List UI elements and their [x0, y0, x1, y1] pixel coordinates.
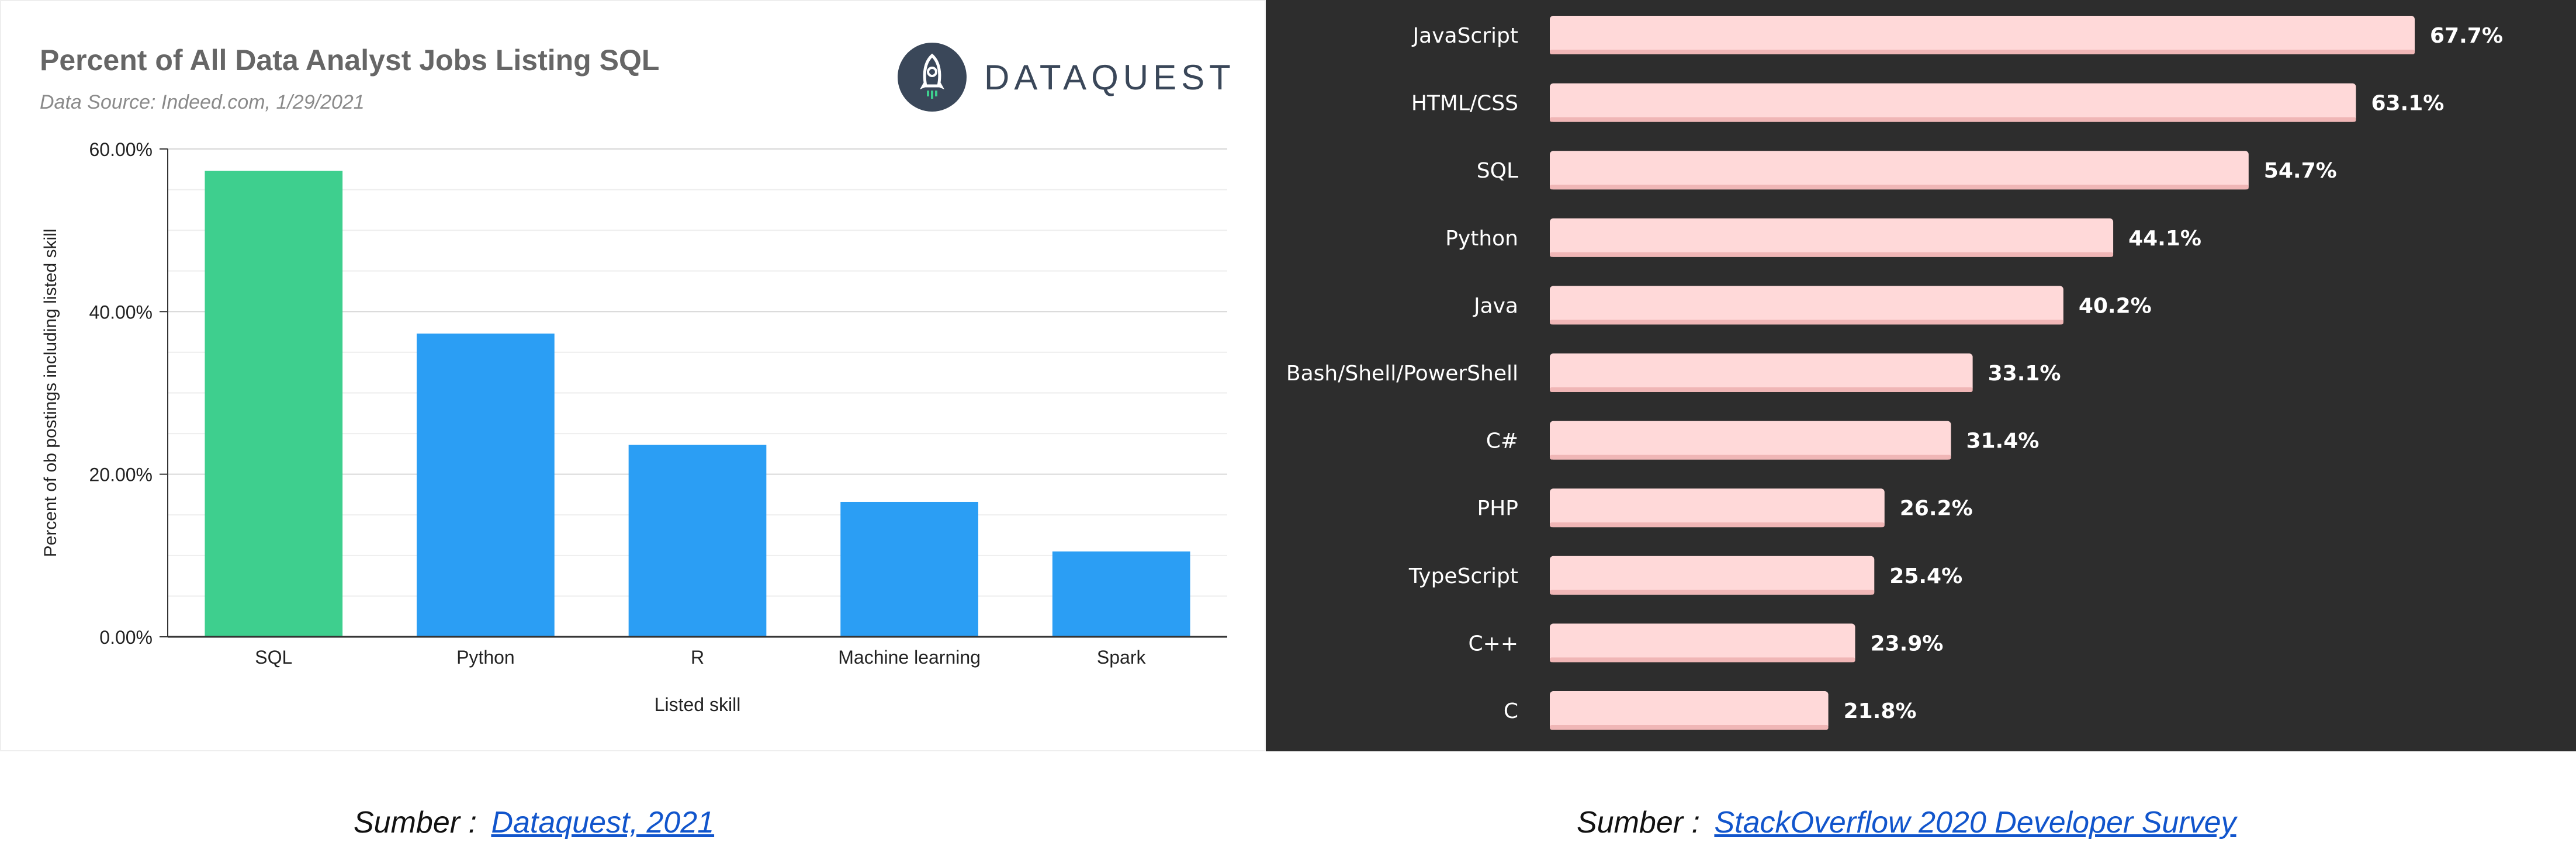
- rocket-icon: [898, 43, 967, 112]
- bar-java: [1550, 286, 2063, 325]
- bar-c-: [1550, 623, 1855, 663]
- category-label: Bash/Shell/PowerShell: [1286, 362, 1518, 386]
- bar-sql: [205, 171, 343, 637]
- value-label: 44.1%: [2128, 227, 2201, 251]
- bar-spark: [1052, 551, 1190, 637]
- value-label: 54.7%: [2264, 159, 2337, 183]
- value-label: 25.4%: [1889, 564, 1962, 588]
- y-axis-label: Percent of ob postings including listed …: [41, 229, 60, 557]
- category-label: Java: [1473, 294, 1518, 318]
- x-tick-label: R: [691, 647, 704, 668]
- bar-shadow: [1550, 725, 1829, 730]
- chart-title: Percent of All Data Analyst Jobs Listing…: [40, 44, 659, 77]
- bar-shadow: [1550, 589, 1875, 595]
- bar-python: [417, 333, 555, 637]
- x-tick-label: Machine learning: [838, 647, 981, 668]
- dataquest-wordmark: DATAQUEST: [984, 57, 1235, 97]
- category-label: TypeScript: [1408, 564, 1518, 588]
- category-label: C++: [1469, 632, 1518, 656]
- x-axis-label: Listed skill: [655, 694, 741, 715]
- category-label: HTML/CSS: [1411, 92, 1518, 116]
- bar-shadow: [1550, 50, 2415, 54]
- bar-c-: [1550, 421, 1951, 460]
- category-label: JavaScript: [1412, 24, 1518, 48]
- dataquest-source-link[interactable]: Dataquest, 2021: [491, 806, 714, 840]
- bar-r: [628, 445, 767, 637]
- bar-shadow: [1550, 117, 2356, 122]
- bar-typescript: [1550, 556, 1875, 595]
- category-label: PHP: [1477, 497, 1519, 521]
- bar-shadow: [1550, 522, 1885, 528]
- y-tick-label: 60.00%: [89, 139, 153, 160]
- left-source-caption: Sumber : Dataquest, 2021: [354, 805, 714, 840]
- value-label: 31.4%: [1966, 429, 2039, 453]
- left-caption-prefix: Sumber :: [354, 806, 477, 840]
- dataquest-logo: DATAQUEST: [898, 42, 1235, 112]
- bar-python: [1550, 218, 2114, 257]
- x-tick-label: SQL: [255, 647, 292, 668]
- x-tick-label: Python: [456, 647, 515, 668]
- y-tick-label: 0.00%: [99, 627, 153, 648]
- category-label: Python: [1445, 227, 1518, 251]
- category-label: SQL: [1477, 159, 1518, 183]
- dataquest-chart-panel: Percent of All Data Analyst Jobs Listing…: [0, 0, 1266, 751]
- right-caption-prefix: Sumber :: [1577, 806, 1700, 840]
- y-tick-label: 20.00%: [89, 464, 153, 485]
- stackoverflow-source-link[interactable]: StackOverflow 2020 Developer Survey: [1714, 806, 2236, 840]
- dataquest-bar-chart: Percent of All Data Analyst Jobs Listing…: [40, 44, 1227, 715]
- value-label: 67.7%: [2430, 24, 2503, 48]
- value-label: 21.8%: [1844, 699, 1917, 723]
- bar-bash-shell-powershell: [1550, 353, 1973, 392]
- value-label: 23.9%: [1870, 632, 1943, 656]
- bar-shadow: [1550, 387, 1973, 392]
- bar-shadow: [1550, 455, 1951, 460]
- stackoverflow-bar-chart: JavaScript 67.7% HTML/CSS 63.1% SQL 54.7% Pyth…: [1286, 16, 2503, 730]
- bar-machine-learning: [840, 501, 978, 637]
- bar-shadow: [1550, 320, 2063, 325]
- value-label: 26.2%: [1900, 497, 1973, 521]
- bar-shadow: [1550, 657, 1855, 663]
- bar-html-css: [1550, 83, 2356, 122]
- chart-subtitle: Data Source: Indeed.com, 1/29/2021: [40, 91, 365, 113]
- value-label: 40.2%: [2079, 294, 2152, 318]
- category-label: C: [1504, 699, 1518, 723]
- value-label: 63.1%: [2371, 92, 2444, 116]
- value-label: 33.1%: [1988, 362, 2061, 386]
- x-tick-label: Spark: [1097, 647, 1147, 668]
- right-source-caption: Sumber : StackOverflow 2020 Developer Su…: [1577, 805, 2236, 840]
- bar-c: [1550, 691, 1829, 730]
- bar-shadow: [1550, 252, 2114, 257]
- stackoverflow-chart-panel: JavaScript 67.7% HTML/CSS 63.1% SQL 54.7% Pyth…: [1266, 0, 2576, 751]
- bar-php: [1550, 488, 1885, 528]
- bar-javascript: [1550, 16, 2415, 54]
- category-label: C#: [1486, 429, 1518, 453]
- bar-shadow: [1550, 185, 2249, 190]
- bar-sql: [1550, 151, 2249, 190]
- y-tick-label: 40.00%: [89, 301, 153, 322]
